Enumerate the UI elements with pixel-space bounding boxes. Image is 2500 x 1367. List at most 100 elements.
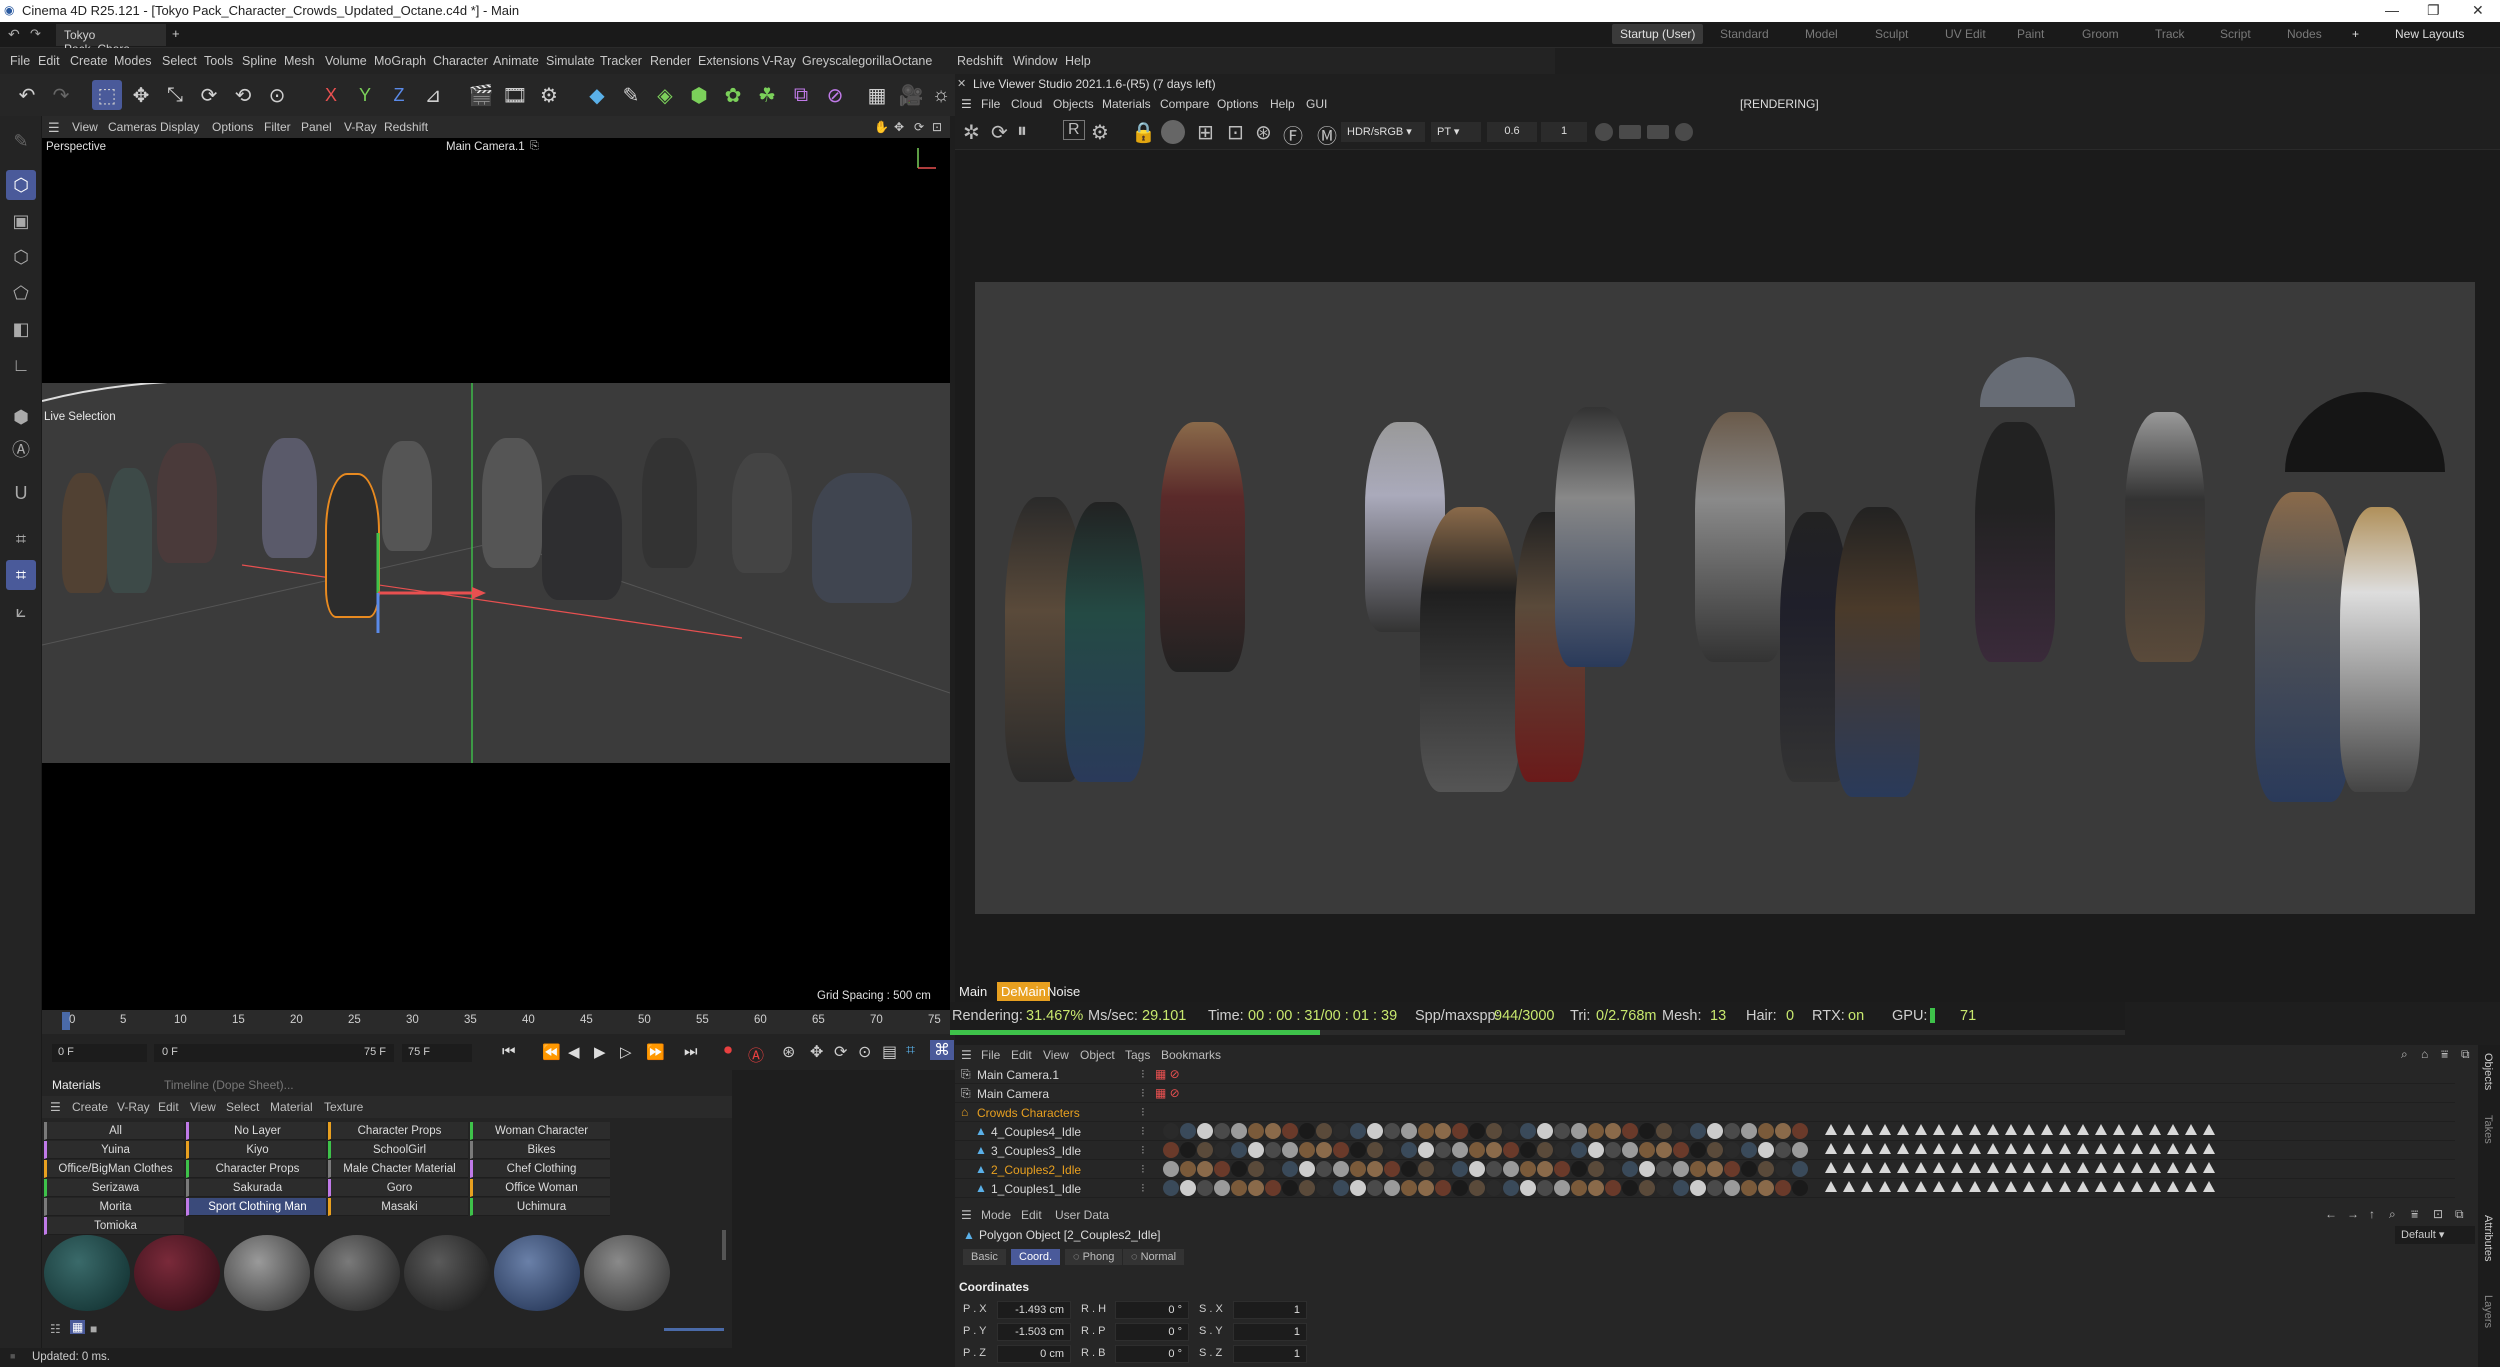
selection-tag-icon[interactable] [1825,1143,1837,1154]
layout-tab-sculpt[interactable]: Sculpt [1875,27,1908,41]
selection-tag-icon[interactable] [1987,1143,1999,1154]
material-tag-icon[interactable] [1537,1180,1553,1196]
selection-tag-icon[interactable] [1843,1143,1855,1154]
character-figure[interactable] [542,475,622,600]
menu-mesh[interactable]: Mesh [284,54,315,68]
menu-vray[interactable]: V-Ray [762,54,796,68]
material-tag-icon[interactable] [1724,1142,1740,1158]
selection-tag-icon[interactable] [2167,1162,2179,1173]
camera-link-icon[interactable]: ⎘ [530,140,539,153]
material-tag-icon[interactable] [1639,1180,1655,1196]
material-tag-icon[interactable] [1384,1161,1400,1177]
material-layer-cell[interactable]: Office Woman [470,1179,610,1197]
material-tag-icon[interactable] [1367,1142,1383,1158]
texture-mode-icon[interactable]: ▣ [6,206,36,236]
edges-mode-icon[interactable]: ⬠ [6,278,36,308]
material-tag-icon[interactable] [1435,1123,1451,1139]
material-tag-icon[interactable] [1724,1180,1740,1196]
mat-menu-material[interactable]: Material [270,1100,313,1114]
go-to-end-icon[interactable]: ⏭ [684,1043,698,1060]
layout-tab-model[interactable]: Model [1805,27,1838,41]
selection-tag-icon[interactable] [2185,1124,2197,1135]
material-tag-icon[interactable] [1486,1142,1502,1158]
selection-tag-icon[interactable] [2041,1124,2053,1135]
lvs-menu-gui[interactable]: GUI [1306,97,1327,111]
menu-create[interactable]: Create [70,54,108,68]
selection-tag-icon[interactable] [1969,1181,1981,1192]
render-view-icon[interactable]: 🎬 [466,80,496,110]
material-layer-cell[interactable]: Morita [44,1198,184,1216]
camera-tags-icon[interactable]: ▦ ⊘ [1155,1086,1180,1100]
material-tag-icon[interactable] [1622,1161,1638,1177]
autokey-icon[interactable]: Ⓐ [748,1042,764,1066]
material-preview[interactable] [584,1235,670,1311]
mat-menu-edit[interactable]: Edit [158,1100,179,1114]
coord-field-input[interactable]: -1.493 cm [997,1301,1071,1319]
menu-help[interactable]: Help [1065,54,1091,68]
material-tag-icon[interactable] [1197,1161,1213,1177]
material-tag-icon[interactable] [1792,1123,1808,1139]
move-icon[interactable]: ✥ [126,80,156,110]
coord-field-input[interactable]: 0 ° [1115,1345,1189,1363]
selection-tag-icon[interactable] [1951,1181,1963,1192]
material-tag-icon[interactable] [1690,1180,1706,1196]
lvs-menu-file[interactable]: File [981,97,1000,111]
polygons-mode-icon[interactable]: ◧ [6,314,36,344]
selection-tag-icon[interactable] [2203,1162,2215,1173]
attr-forward-icon[interactable]: → [2347,1207,2359,1221]
visibility-dots-icon[interactable]: ⁝ [1141,1105,1145,1119]
material-tag-icon[interactable] [1367,1123,1383,1139]
material-tag-icon[interactable] [1639,1123,1655,1139]
selection-tag-icon[interactable] [1915,1124,1927,1135]
vp-rotate-icon[interactable]: ⟳ [914,120,924,134]
lvs-option-icon[interactable] [1595,123,1613,141]
pen-icon[interactable]: ✎ [6,126,36,156]
material-tag-icon[interactable] [1163,1142,1179,1158]
material-tag-icon[interactable] [1792,1142,1808,1158]
layout-tab-uvedit[interactable]: UV Edit [1945,27,1986,41]
character-figure[interactable] [732,453,792,573]
selection-tag-icon[interactable] [1897,1143,1909,1154]
lvs-menu-compare[interactable]: Compare [1160,97,1209,111]
menu-render[interactable]: Render [650,54,691,68]
coord-field-input[interactable]: 1 [1233,1301,1307,1319]
object-row[interactable]: ⎘ Main Camera ⁝ ▦ ⊘ [955,1084,2455,1103]
obj-home-icon[interactable]: ⌂ [2421,1047,2428,1061]
mat-menu-view[interactable]: View [190,1100,216,1114]
material-layer-cell[interactable]: Character Props [328,1122,468,1140]
material-layer-cell[interactable]: Kiyo [186,1141,326,1159]
material-tag-icon[interactable] [1673,1142,1689,1158]
selection-tag-icon[interactable] [2095,1143,2107,1154]
selection-tag-icon[interactable] [2023,1162,2035,1173]
selection-tag-icon[interactable] [2149,1124,2161,1135]
selection-tag-icon[interactable] [1969,1143,1981,1154]
menu-edit[interactable]: Edit [38,54,60,68]
selection-tag-icon[interactable] [1897,1162,1909,1173]
material-tag-icon[interactable] [1316,1142,1332,1158]
material-tag-icon[interactable] [1673,1123,1689,1139]
selection-tag-icon[interactable] [2167,1181,2179,1192]
tab-materials[interactable]: Materials [52,1078,101,1092]
material-tag-icon[interactable] [1282,1161,1298,1177]
object-row[interactable]: ⎘ Main Camera.1 ⁝ ▦ ⊘ [955,1065,2455,1084]
material-tag-icon[interactable] [1656,1123,1672,1139]
menu-mograph[interactable]: MoGraph [374,54,426,68]
obj-search-icon[interactable]: ⌕ [2401,1047,2408,1062]
material-tag-icon[interactable] [1350,1142,1366,1158]
region-render-icon[interactable]: R [1063,120,1085,140]
material-tag-icon[interactable] [1792,1180,1808,1196]
selection-tag-icon[interactable] [2185,1162,2197,1173]
preview-size-slider[interactable] [664,1328,724,1331]
material-tag-icon[interactable] [1741,1123,1757,1139]
selection-tag-icon[interactable] [1843,1162,1855,1173]
lvs-tab-main[interactable]: Main [959,984,987,999]
side-tab-objects[interactable]: Objects [2482,1053,2494,1090]
attr-search-icon[interactable]: ⌕ [2389,1207,2396,1222]
light-icon[interactable]: ☼ [926,80,956,110]
selection-tag-icon[interactable] [2095,1124,2107,1135]
material-layer-cell[interactable]: Uchimura [470,1198,610,1216]
material-tag-icon[interactable] [1537,1161,1553,1177]
material-tag-icon[interactable] [1350,1161,1366,1177]
material-tag-icon[interactable] [1163,1123,1179,1139]
character-figure[interactable] [812,473,912,603]
